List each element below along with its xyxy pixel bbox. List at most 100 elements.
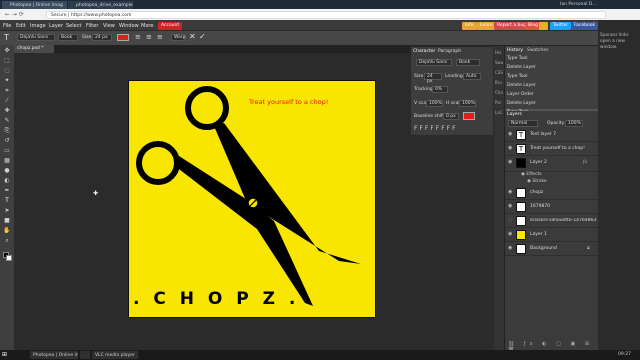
visibility-eye-icon[interactable]: ◉ <box>508 190 513 195</box>
char-color-swatch[interactable] <box>463 112 475 120</box>
char-font-select[interactable]: DejaVu Sans <box>416 59 452 66</box>
menu-layer[interactable]: Layer <box>49 23 63 29</box>
info-button[interactable]: Info <box>462 21 477 30</box>
layer-effects[interactable]: ◉ Effects <box>521 172 542 177</box>
char-size-field[interactable]: 24 px <box>424 73 442 84</box>
blur-tool-icon[interactable]: ● <box>2 167 12 175</box>
text-style-icons[interactable]: FFFFFFFF <box>414 125 458 132</box>
panel-icon-his[interactable]: His <box>495 50 501 55</box>
pen-tool-icon[interactable]: ✒ <box>2 187 12 195</box>
font-style-select[interactable]: Book <box>58 34 78 41</box>
nav-buttons-icon[interactable]: ← → ⟳ <box>5 11 24 18</box>
browser-tab[interactable]: Photopea | Online Imag <box>2 1 67 9</box>
layer-row[interactable]: ◉ T Treat yourself to a chop! <box>505 142 598 156</box>
align-left-icon[interactable]: ≡ <box>135 33 141 41</box>
twitter-button[interactable]: Twitter <box>550 21 572 30</box>
menu-edit[interactable]: Edit <box>16 23 26 29</box>
hand-tool-icon[interactable]: ✋ <box>2 227 12 235</box>
align-right-icon[interactable]: ≡ <box>157 33 163 41</box>
layer-row[interactable]: ◉ Layer 2 ƒx <box>505 156 598 172</box>
document-tab[interactable]: chopz.psd * <box>14 45 54 53</box>
visibility-eye-icon[interactable]: ◉ <box>508 204 513 209</box>
browser-tab[interactable]: photopea_drive_examples <box>68 1 133 9</box>
panel-icon-css[interactable]: CSS <box>495 70 503 75</box>
layer-row[interactable]: ◉ T Text layer 7 <box>505 128 598 142</box>
tab-swatches[interactable]: Swatches <box>527 48 549 53</box>
baseline-field[interactable]: 0 px <box>443 113 459 120</box>
history-item[interactable]: Layer Order <box>507 92 534 97</box>
chopz-title-text[interactable]: . C H O P Z . <box>133 289 299 309</box>
menu-window[interactable]: Window <box>119 23 139 29</box>
visibility-eye-icon[interactable]: ◉ <box>508 160 513 165</box>
panel-icon-swa[interactable]: Swa <box>495 60 503 65</box>
path-select-icon[interactable]: ➤ <box>2 207 12 215</box>
panel-icon-bru[interactable]: Bru <box>495 80 502 85</box>
taskbar-item[interactable]: Photopea | Online Im... <box>30 351 78 359</box>
panel-icon-cha[interactable]: Cha <box>495 90 503 95</box>
menu-view[interactable]: View <box>103 23 115 29</box>
document-canvas[interactable]: Treat yourself to a chop! . C H O P Z . <box>128 80 376 318</box>
lasso-tool-icon[interactable]: ◌ <box>2 67 12 75</box>
zoom-tool-icon[interactable]: ⌕ <box>2 237 12 245</box>
visibility-hidden-icon[interactable]: ○ <box>508 218 513 223</box>
menu-filter[interactable]: Filter <box>86 23 98 29</box>
text-color-swatch[interactable] <box>117 34 129 41</box>
visibility-eye-icon[interactable]: ◉ <box>508 246 513 251</box>
visibility-eye-icon[interactable]: ◉ <box>508 132 513 137</box>
brush-tool-icon[interactable]: ✎ <box>2 117 12 125</box>
vscale-field[interactable]: 100% <box>426 100 443 107</box>
taskbar-item[interactable] <box>80 351 90 359</box>
font-select[interactable]: DejaVu Sans <box>17 34 55 41</box>
opacity-field[interactable]: 100% <box>565 120 583 127</box>
tracking-field[interactable]: 0% <box>432 86 448 93</box>
align-center-icon[interactable]: ≡ <box>146 33 152 41</box>
char-style-select[interactable]: Book <box>456 59 480 66</box>
cancel-icon[interactable]: ✕ <box>189 32 196 41</box>
eraser-tool-icon[interactable]: ▭ <box>2 147 12 155</box>
visibility-eye-icon[interactable]: ◉ <box>508 146 513 151</box>
dodge-tool-icon[interactable]: ◐ <box>2 177 12 185</box>
eyedropper-tool-icon[interactable]: ⁄ <box>2 97 12 105</box>
history-item[interactable]: Delete Layer <box>507 83 536 88</box>
warp-button[interactable]: Warp <box>171 34 186 41</box>
facebook-button[interactable]: Facebook <box>571 21 599 30</box>
crop-tool-icon[interactable]: ⌗ <box>2 87 12 95</box>
tab-history[interactable]: History <box>507 48 523 53</box>
menu-more[interactable]: More <box>141 23 153 29</box>
history-item[interactable]: Delete Layer <box>507 65 536 70</box>
tagline-text[interactable]: Treat yourself to a chop! <box>249 98 328 106</box>
browser-profile[interactable]: Ian Personal D... <box>560 2 597 7</box>
marquee-tool-icon[interactable]: ⬚ <box>2 57 12 65</box>
background-color[interactable] <box>6 255 12 261</box>
menu-file[interactable]: File <box>3 23 11 29</box>
history-brush-icon[interactable]: ↺ <box>2 137 12 145</box>
history-item[interactable]: Delete Layer <box>507 101 536 106</box>
commit-icon[interactable]: ✓ <box>199 32 206 41</box>
history-item[interactable]: Type Tool <box>507 56 528 61</box>
tab-paragraph[interactable]: Paragraph <box>438 49 461 54</box>
panel-icon-lac[interactable]: LaC <box>495 110 502 115</box>
hscale-field[interactable]: 100% <box>459 100 476 107</box>
visibility-eye-icon[interactable]: ◉ <box>508 232 513 237</box>
shape-tool-icon[interactable]: ■ <box>2 217 12 225</box>
url-field[interactable]: Secure | https://www.photopea.com <box>46 10 606 19</box>
layer-effect-stroke[interactable]: ◉ Stroke <box>527 179 547 184</box>
tab-character[interactable]: Character <box>413 49 435 54</box>
panel-icon-par[interactable]: Par <box>495 100 501 105</box>
wand-tool-icon[interactable]: ✦ <box>2 77 12 85</box>
move-tool-icon[interactable]: ✥ <box>2 47 12 55</box>
leading-field[interactable]: Auto <box>463 73 481 80</box>
learn-button[interactable]: Learn <box>477 21 496 30</box>
layer-row[interactable]: ◉ Layer 1 <box>505 228 598 242</box>
clone-tool-icon[interactable]: ⎘ <box>2 127 12 135</box>
gradient-tool-icon[interactable]: ▦ <box>2 157 12 165</box>
layer-row[interactable]: ◉ chopz <box>505 186 598 200</box>
layer-row[interactable]: ○ scissors-silhouette-14764863 <box>505 214 598 228</box>
account-button[interactable]: Account <box>158 21 183 30</box>
menu-select[interactable]: Select <box>66 23 81 29</box>
taskbar-item[interactable]: VLC media player <box>92 351 138 359</box>
heal-tool-icon[interactable]: ✚ <box>2 107 12 115</box>
type-tool-icon[interactable]: T <box>2 197 12 205</box>
menu-image[interactable]: Image <box>30 23 46 29</box>
blend-mode-select[interactable]: Normal <box>508 120 538 127</box>
